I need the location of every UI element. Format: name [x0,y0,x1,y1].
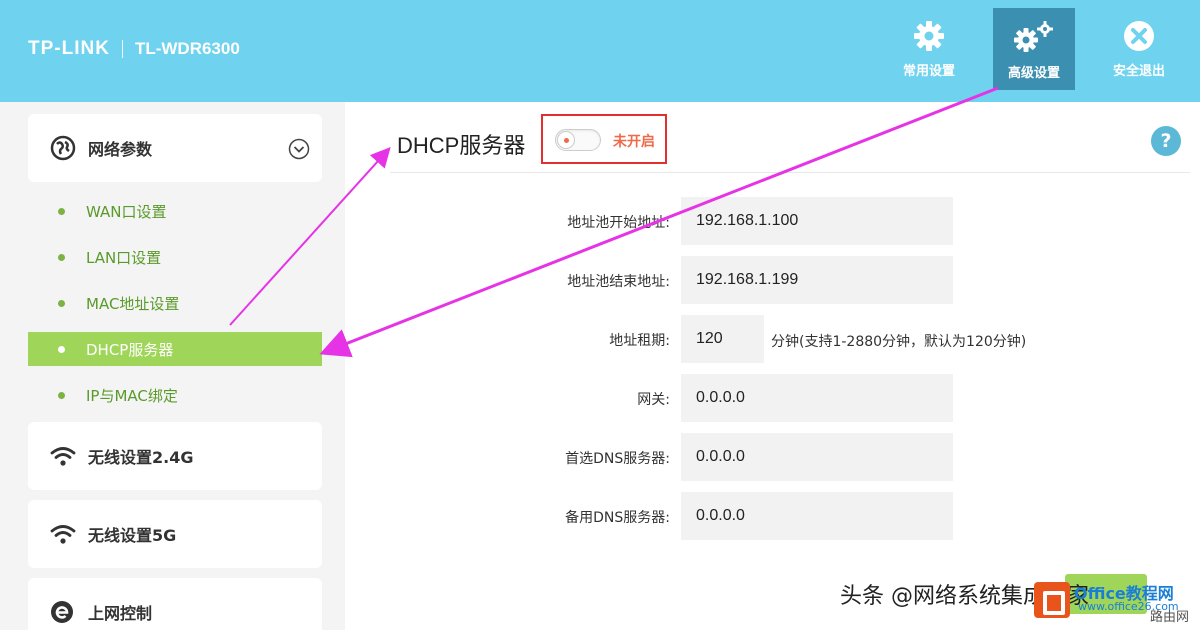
toggle-status-text: 未开启 [613,134,655,150]
pool-end-label: 地址池结束地址: [567,274,670,290]
globe-icon [50,135,76,161]
gateway-label: 网关: [637,392,670,408]
brand-separator [121,40,123,58]
lease-label: 地址租期: [609,333,670,349]
brand-logo: TP-LINK [28,38,110,59]
sidebar-item-mac[interactable]: MAC地址设置 [28,286,322,320]
bullet-icon [58,391,65,399]
wifi-icon [50,447,76,466]
sidebar-group-wireless-24g[interactable]: 无线设置2.4G [28,422,322,490]
dns2-input[interactable] [681,492,953,540]
sidebar-group-network[interactable]: 网络参数 [28,114,322,182]
dns1-input[interactable] [681,433,953,481]
office-logo-icon [1034,582,1070,618]
sidebar-item-label: MAC地址设置 [86,294,180,313]
nav-logout-label: 安全退出 [1112,64,1165,79]
gears-icon [1014,21,1053,52]
sidebar-group-wireless-5g[interactable]: 无线设置5G [28,500,322,568]
dns1-label: 首选DNS服务器: [565,451,670,467]
close-circle-icon [1124,21,1154,51]
bullet-icon [58,299,65,307]
chevron-down-icon[interactable] [288,138,310,160]
sidebar-item-label: WAN口设置 [86,202,167,221]
dhcp-toggle-switch[interactable] [555,129,601,151]
sidebar-item-label: LAN口设置 [86,248,162,267]
sidebar-item-wan[interactable]: WAN口设置 [28,194,322,228]
nav-advanced-settings[interactable]: 高级设置 [993,8,1075,90]
nav-logout[interactable]: 安全退出 [1098,8,1180,90]
sidebar-item-label: DHCP服务器 [86,340,174,359]
page-title: DHCP服务器 [397,133,526,158]
dns2-label: 备用DNS服务器: [565,510,670,526]
nav-common-label: 常用设置 [902,64,955,79]
top-header: TP-LINK TL-WDR6300 常用设置 高级设置 安全退出 [0,0,1200,102]
sidebar-group-wireless-5g-label: 无线设置5G [88,526,177,545]
toggle-knob [557,131,575,149]
sidebar-item-lan[interactable]: LAN口设置 [28,240,322,274]
sidebar-group-access-control[interactable]: 上网控制 [28,578,322,630]
sidebar-group-wireless-24g-label: 无线设置2.4G [88,448,194,467]
brand: TP-LINK TL-WDR6300 [28,38,240,60]
model-name: TL-WDR6300 [134,39,240,58]
lease-input[interactable] [681,315,764,363]
bullet-icon [58,253,65,261]
sidebar-item-dhcp[interactable]: DHCP服务器 [28,332,322,366]
pool-end-input[interactable] [681,256,953,304]
pool-start-label: 地址池开始地址: [567,215,670,231]
lease-hint: 分钟(支持1-2880分钟，默认为120分钟) [771,334,1027,350]
toggle-highlight-box: 未开启 [541,114,667,164]
help-icon[interactable]: ? [1151,126,1181,156]
bullet-icon [58,345,65,353]
nav-common-settings[interactable]: 常用设置 [888,8,970,90]
bullet-icon [58,207,65,215]
sidebar-group-access-control-label: 上网控制 [88,604,153,623]
sidebar-item-label: IP与MAC绑定 [86,386,178,405]
sidebar: 网络参数 WAN口设置 LAN口设置 MAC地址设置 DHCP服务器 IP与MA… [0,102,345,630]
title-divider [390,172,1190,173]
wifi-icon [50,525,76,544]
pool-start-input[interactable] [681,197,953,245]
corner-watermark: 路由网 [1150,610,1190,625]
browser-e-icon [51,601,73,623]
gateway-input[interactable] [681,374,953,422]
sidebar-group-network-label: 网络参数 [88,140,153,159]
gear-icon [914,21,944,51]
main-panel: DHCP服务器 未开启 ? 地址池开始地址: 地址池结束地址: 地址租期: 分钟… [345,102,1200,630]
nav-advanced-label: 高级设置 [1007,66,1060,81]
sidebar-item-ip-mac-binding[interactable]: IP与MAC绑定 [28,378,322,412]
